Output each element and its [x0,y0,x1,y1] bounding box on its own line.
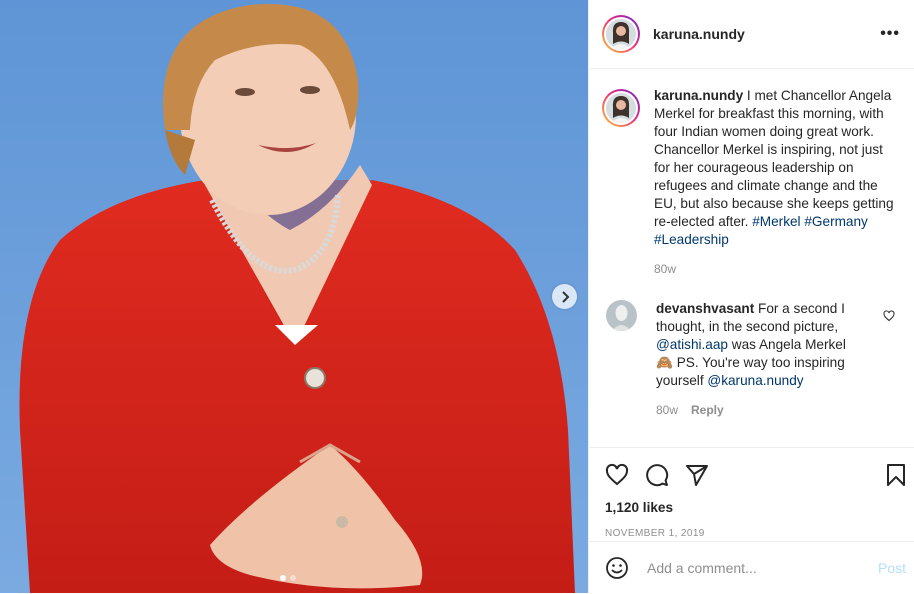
chevron-right-icon [561,290,569,303]
caption-time[interactable]: 80w [654,260,676,278]
mention-atishi[interactable]: @atishi.aap [656,337,728,352]
mention-karuna[interactable]: @karuna.nundy [707,373,803,388]
caption: karuna.nundy I met Chancellor Angela Mer… [602,87,900,278]
reply-button[interactable]: Reply [691,401,724,419]
carousel-dot [290,575,296,581]
carousel-indicator [280,575,296,581]
action-bar [589,448,914,489]
save-button[interactable] [884,463,908,487]
post-sidebar: karuna.nundy ••• karuna.nundy I met Chan… [588,0,914,593]
comment-time[interactable]: 80w [656,401,678,419]
emoji-button[interactable] [605,556,629,580]
caption-meta: 80w [654,260,894,278]
comment-input[interactable] [645,559,878,577]
commenter-avatar[interactable] [606,300,637,331]
carousel-dot-active [280,575,286,581]
post-photo[interactable] [0,0,588,593]
instagram-post: karuna.nundy ••• karuna.nundy I met Chan… [0,0,914,593]
paper-plane-icon [686,465,708,486]
post-comment-button[interactable]: Post [878,560,906,576]
author-avatar[interactable] [602,15,640,53]
comment-button[interactable] [645,463,669,487]
comment-bubble-icon [646,464,669,487]
add-comment-bar: Post [589,541,914,594]
bookmark-icon [887,464,905,486]
smiley-icon [606,557,628,579]
commenter-username[interactable]: devanshvasant [656,301,754,316]
caption-text: I met Chancellor Angela Merkel for break… [654,88,894,229]
like-count[interactable]: 1,120 likes [589,489,914,515]
post-header: karuna.nundy ••• [589,0,914,69]
hashtag-leadership[interactable]: #Leadership [654,232,729,247]
comments-list: karuna.nundy I met Chancellor Angela Mer… [589,69,914,447]
post-date: NOVEMBER 1, 2019 [605,528,705,539]
author-username[interactable]: karuna.nundy [653,26,745,42]
caption-avatar[interactable] [602,89,640,127]
share-button[interactable] [685,463,709,487]
caption-body: karuna.nundy I met Chancellor Angela Mer… [654,87,894,278]
next-slide-button[interactable] [552,284,577,309]
comment-body: devanshvasant For a second I thought, in… [656,300,866,419]
heart-icon [883,310,895,322]
post-actions: 1,120 likes NOVEMBER 1, 2019 [589,447,914,542]
avatar-photo [606,19,636,49]
more-options-button[interactable]: ••• [880,25,900,43]
like-button[interactable] [605,463,629,487]
comment-item: devanshvasant For a second I thought, in… [602,300,900,419]
photo-merkel-red-jacket [0,0,588,593]
hashtag-germany[interactable]: #Germany [804,214,867,229]
avatar-photo [606,93,636,123]
caption-username[interactable]: karuna.nundy [654,88,743,103]
heart-icon [605,463,629,486]
like-comment-button[interactable] [883,309,895,327]
comment-meta: 80w Reply [656,401,866,419]
hashtag-merkel[interactable]: #Merkel [752,214,800,229]
